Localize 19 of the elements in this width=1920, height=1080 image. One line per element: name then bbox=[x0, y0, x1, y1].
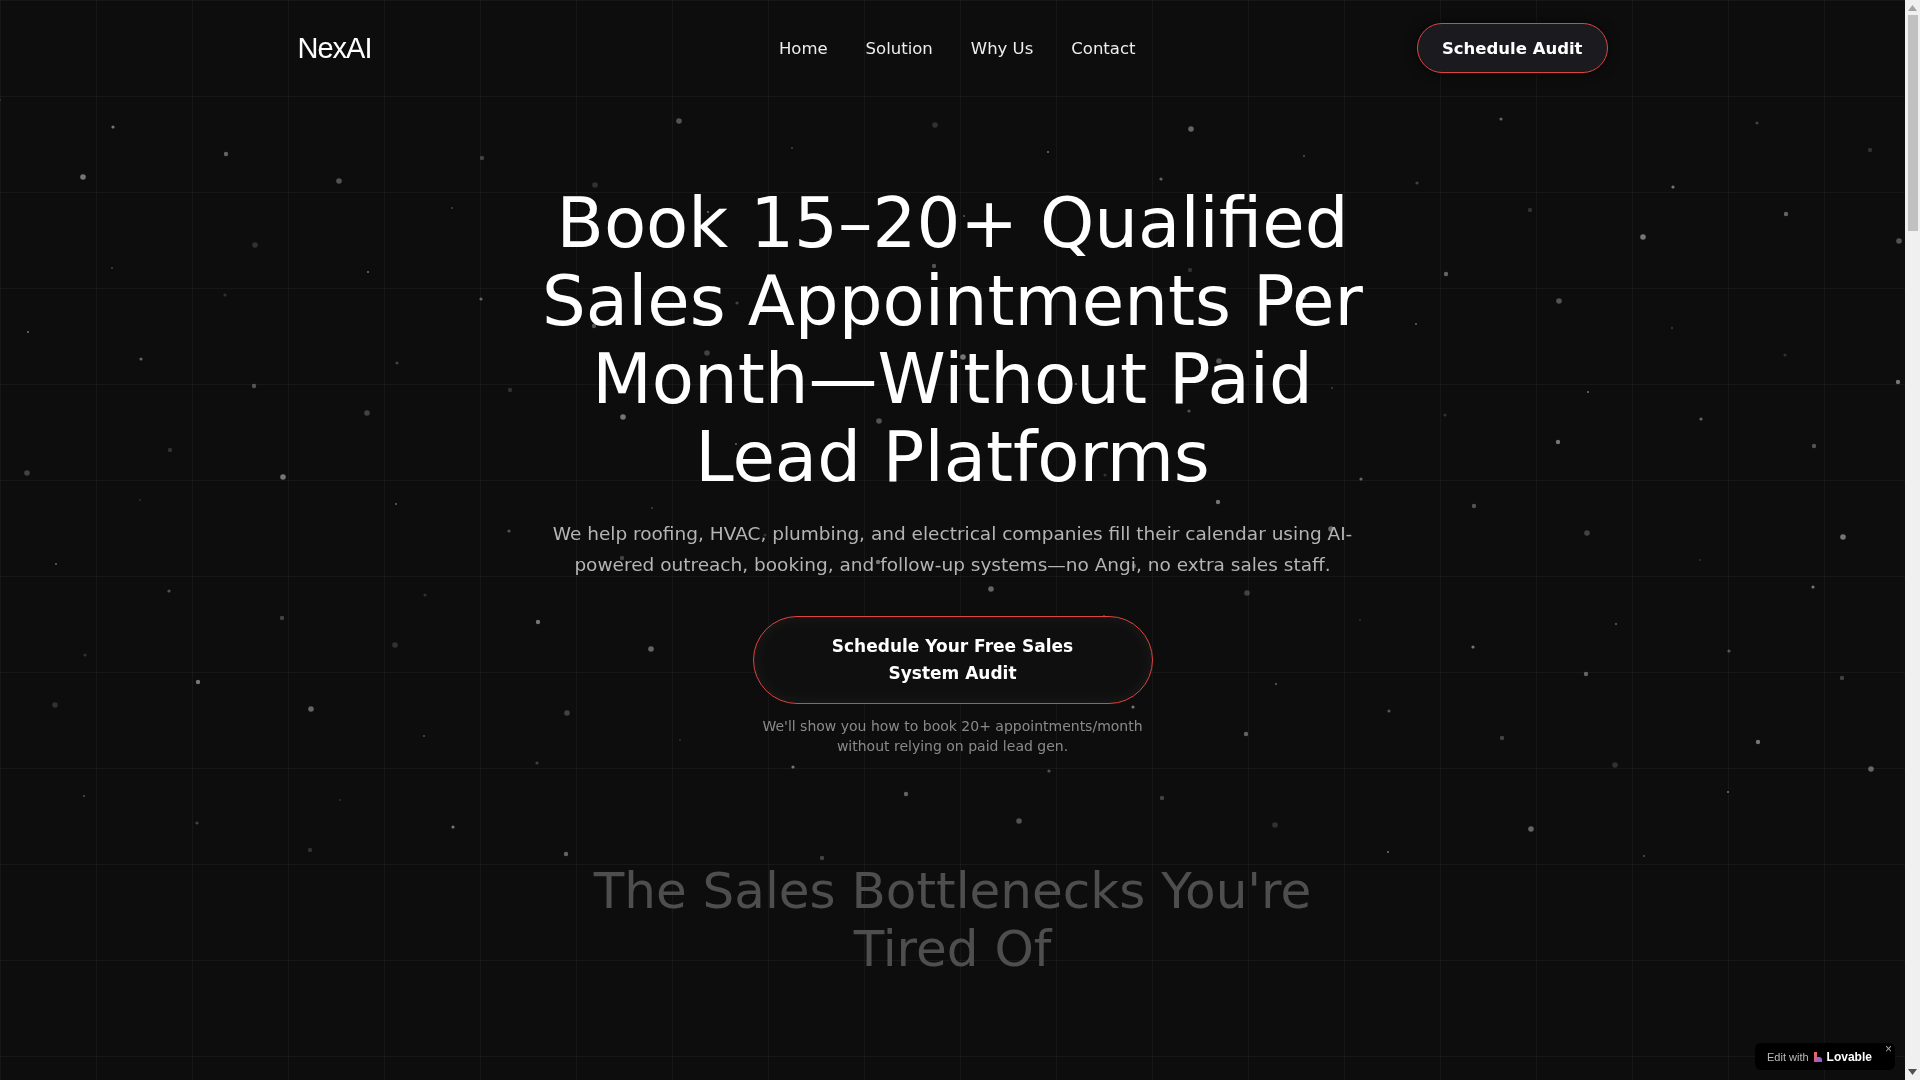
brand-name: Lovable bbox=[1826, 1049, 1872, 1064]
hero-title: Book 15–20+ Qualified Sales Appointments Per Month—Without Paid Lead Platforms bbox=[541, 184, 1364, 496]
badge-text: Edit with bbox=[1767, 1050, 1809, 1063]
scroll-down-icon[interactable] bbox=[1908, 1069, 1917, 1075]
logo[interactable]: NexAI bbox=[297, 31, 598, 65]
schedule-audit-button[interactable]: Schedule Audit bbox=[1416, 23, 1608, 73]
scrollbar-thumb[interactable] bbox=[1907, 15, 1918, 231]
nav-link[interactable]: Solution bbox=[865, 38, 933, 58]
scrollbar[interactable] bbox=[1905, 0, 1920, 1080]
nav-link[interactable]: Why Us bbox=[970, 38, 1034, 58]
nav-link[interactable]: Contact bbox=[1071, 38, 1136, 58]
hero-subtitle: We help roofing, HVAC, plumbing, and electrical companies fill their calendar using AI-powered outreach, booking, and follow-up systems—no Angi, no extra sales staff. bbox=[552, 522, 1353, 577]
cta-button[interactable]: Schedule Your Free Sales System Audit bbox=[752, 616, 1153, 704]
edit-badge[interactable]: Edit with Lovable × bbox=[1755, 1043, 1895, 1070]
close-button[interactable]: × bbox=[1885, 1043, 1892, 1055]
cta-note: We'll show you how to book 20+ appointments/month without relying on paid lead gen. bbox=[761, 717, 1144, 756]
scroll-up-icon[interactable] bbox=[1908, 5, 1917, 11]
nav-link[interactable]: Home bbox=[778, 38, 828, 58]
section-title: The Sales Bottlenecks You're Tired Of bbox=[592, 862, 1313, 978]
